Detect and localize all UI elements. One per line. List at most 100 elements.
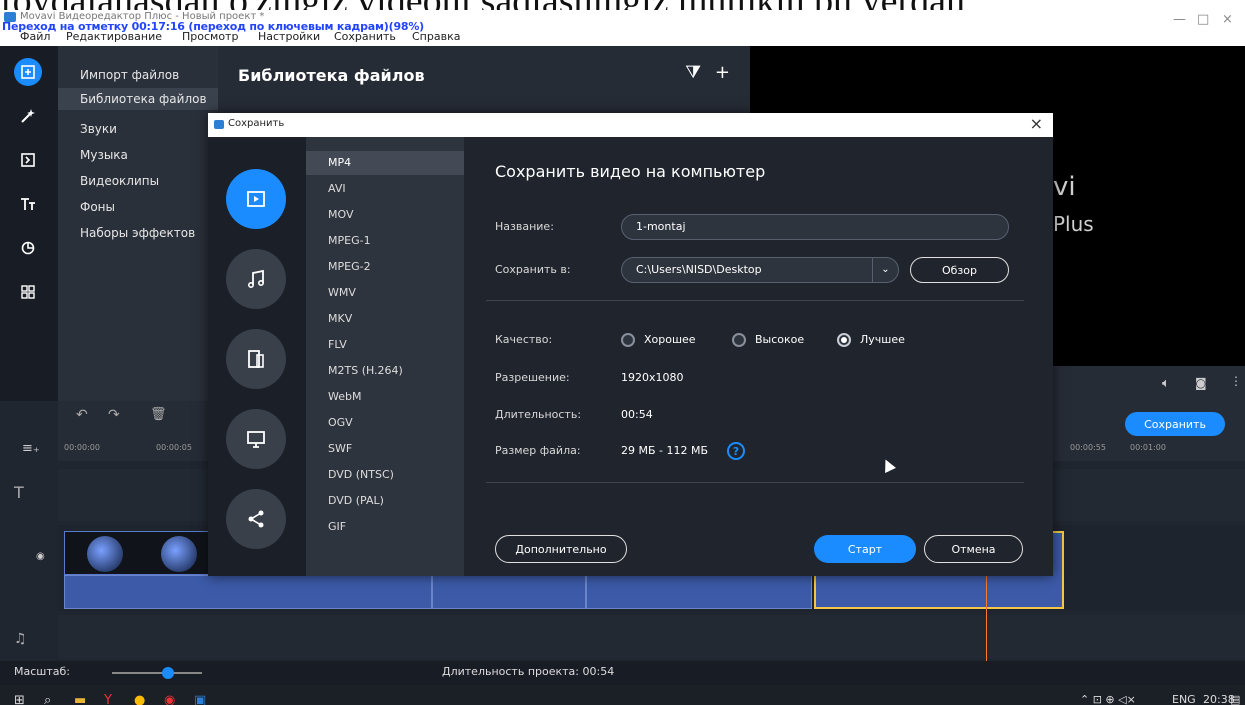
save-button[interactable]: Сохранить [1125, 412, 1225, 436]
file-size-value: 29 МБ - 112 МБ [621, 444, 709, 457]
format-dvd-pal[interactable]: DVD (PAL) [306, 489, 464, 513]
browse-button[interactable]: Обзор [910, 257, 1009, 283]
tv-export-icon[interactable] [226, 409, 286, 469]
quality-best-label[interactable]: Лучшее [860, 333, 905, 346]
format-wmv[interactable]: WMV [306, 281, 464, 305]
dialog-close-button[interactable]: × [1030, 114, 1043, 133]
sidebar-item-library[interactable]: Библиотека файлов [58, 88, 218, 110]
quality-best-radio[interactable] [837, 333, 851, 347]
filter-icon[interactable]: ⧩ [685, 62, 701, 83]
timecode: 00:00:05 [156, 443, 192, 452]
video-clip[interactable] [64, 531, 214, 575]
format-swf[interactable]: SWF [306, 437, 464, 461]
share-icon[interactable] [226, 489, 286, 549]
language-indicator[interactable]: ENG [1172, 693, 1196, 705]
stickers-icon[interactable] [14, 234, 42, 262]
quality-high-radio[interactable] [732, 333, 746, 347]
device-export-icon[interactable] [226, 329, 286, 389]
help-icon[interactable]: ? [727, 442, 745, 460]
add-track-icon[interactable]: ≡₊ [22, 441, 40, 456]
magic-wand-icon[interactable] [14, 102, 42, 130]
file-explorer-icon[interactable]: ▬ [74, 693, 86, 705]
resolution-value: 1920x1080 [621, 371, 684, 384]
format-dvd-ntsc[interactable]: DVD (NTSC) [306, 463, 464, 487]
search-icon[interactable]: ⌕ [44, 693, 51, 705]
delete-icon[interactable]: 🗑︎ [150, 407, 167, 422]
sidebar-item-music[interactable]: Музыка [80, 148, 128, 162]
format-flv[interactable]: FLV [306, 333, 464, 357]
movavi-taskbar-icon[interactable]: ▣ [194, 693, 206, 705]
format-ogv[interactable]: OGV [306, 411, 464, 435]
audio-export-icon[interactable] [226, 249, 286, 309]
format-webm[interactable]: WebM [306, 385, 464, 409]
volume-icon[interactable]: 🔈︎ [1162, 376, 1170, 391]
music-track [58, 615, 1245, 659]
redo-icon[interactable]: ↷ [108, 407, 120, 423]
chevron-down-icon[interactable]: ⌄ [872, 258, 898, 282]
menu-file[interactable]: Файл [20, 30, 50, 43]
save-dialog: Сохранить × MP4 AVI MOV MPEG-1 MPEG-2 WM… [208, 113, 1053, 576]
sidebar-item-effect-sets[interactable]: Наборы эффектов [80, 226, 195, 240]
sidebar-item-backgrounds[interactable]: Фоны [80, 200, 115, 214]
maximize-button[interactable]: □ [1197, 12, 1209, 27]
project-duration: Длительность проекта: 00:54 [442, 665, 615, 678]
divider [486, 482, 1024, 483]
divider [486, 300, 1024, 301]
dialog-app-icon [214, 120, 224, 129]
import-icon[interactable] [14, 58, 42, 86]
titles-icon[interactable] [14, 190, 42, 218]
sidebar-item-import[interactable]: Импорт файлов [80, 68, 179, 82]
menu-help[interactable]: Справка [412, 30, 460, 43]
format-mov[interactable]: MOV [306, 203, 464, 227]
library-title: Библиотека файлов [238, 66, 425, 85]
audio-clip[interactable] [64, 575, 432, 609]
undo-icon[interactable]: ↶ [76, 407, 88, 423]
quality-good-label[interactable]: Хорошее [644, 333, 696, 346]
menu-save[interactable]: Сохранить [334, 30, 396, 43]
resolution-label: Разрешение: [495, 371, 570, 384]
format-gif[interactable]: GIF [306, 515, 464, 539]
quality-high-label[interactable]: Высокое [755, 333, 804, 346]
audio-clip[interactable] [586, 575, 812, 609]
brand-text-b: Plus [1053, 212, 1094, 236]
add-icon[interactable]: + [715, 62, 730, 83]
advanced-button[interactable]: Дополнительно [495, 535, 627, 563]
start-button[interactable]: Старт [814, 535, 916, 563]
transitions-icon[interactable] [14, 146, 42, 174]
sidebar-item-sounds[interactable]: Звуки [80, 122, 117, 136]
quality-good-radio[interactable] [621, 333, 635, 347]
snapshot-icon[interactable]: ◙ [1195, 376, 1207, 390]
minimize-button[interactable]: — [1173, 12, 1186, 27]
format-avi[interactable]: AVI [306, 177, 464, 201]
cancel-button[interactable]: Отмена [924, 535, 1023, 563]
notifications-icon[interactable]: ▤ [1230, 693, 1240, 705]
timecode: 00:01:00 [1130, 443, 1166, 452]
audio-clip[interactable] [432, 575, 586, 609]
menu-settings[interactable]: Настройки [258, 30, 320, 43]
library-tools: ⧩ + [685, 62, 730, 83]
zoom-slider[interactable] [112, 667, 202, 679]
tray-icons[interactable]: ⌃ ⊡ ⊕ ◁× [1080, 693, 1136, 705]
more-tools-icon[interactable] [14, 278, 42, 306]
format-mp4[interactable]: MP4 [306, 151, 464, 175]
dialog-heading: Сохранить видео на компьютер [495, 162, 766, 181]
format-mpeg2[interactable]: MPEG-2 [306, 255, 464, 279]
menu-edit[interactable]: Редактирование [66, 30, 162, 43]
opera-icon[interactable]: ◉ [164, 693, 175, 705]
windows-start-icon[interactable]: ⊞ [14, 693, 25, 705]
menu-view[interactable]: Просмотр [182, 30, 238, 43]
save-path-input[interactable]: C:\Users\NISD\Desktop ⌄ [621, 257, 899, 283]
name-label: Название: [495, 220, 554, 233]
chrome-icon[interactable]: ● [134, 693, 145, 705]
video-export-icon[interactable] [226, 169, 286, 229]
yandex-icon[interactable]: Y [104, 693, 112, 705]
format-mpeg1[interactable]: MPEG-1 [306, 229, 464, 253]
file-name-input[interactable]: 1-montaj [621, 214, 1009, 240]
duration-label: Длительность: [495, 408, 582, 421]
format-mkv[interactable]: MKV [306, 307, 464, 331]
more-icon[interactable]: ⋮ [1230, 374, 1242, 388]
format-m2ts[interactable]: M2TS (H.264) [306, 359, 464, 383]
close-window-button[interactable]: × [1222, 12, 1233, 27]
sidebar-item-videoclips[interactable]: Видеоклипы [80, 174, 159, 188]
visibility-icon[interactable]: ◉ [36, 551, 45, 562]
